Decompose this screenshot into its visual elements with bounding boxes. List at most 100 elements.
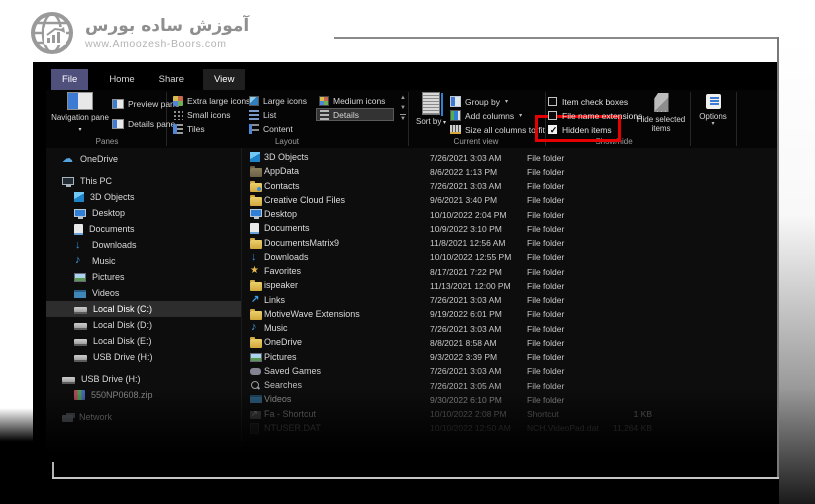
file-row[interactable]: AppData8/6/2022 1:13 PMFile folder bbox=[242, 165, 777, 179]
add-columns-label: Add columns bbox=[465, 111, 514, 121]
navigation-pane-button[interactable]: Navigation pane bbox=[48, 91, 112, 135]
game-icon bbox=[250, 368, 261, 375]
size-all-columns-button[interactable]: Size all columns to fit bbox=[450, 123, 545, 136]
add-columns-button[interactable]: Add columns bbox=[450, 109, 522, 122]
layout-small-icons[interactable]: Small icons bbox=[170, 108, 233, 121]
size-columns-icon bbox=[450, 125, 461, 134]
file-row[interactable]: Favorites8/17/2021 7:22 PMFile folder bbox=[242, 265, 777, 279]
globe-chart-logo-icon bbox=[28, 9, 76, 57]
frame-line-bottom bbox=[52, 477, 779, 479]
layout-content[interactable]: Content bbox=[246, 122, 296, 135]
frame-line-right bbox=[777, 37, 779, 479]
file-row[interactable]: OneDrive8/8/2021 8:58 AMFile folder bbox=[242, 336, 777, 350]
sidebar-item[interactable]: Local Disk (D:) bbox=[46, 317, 241, 333]
layout-extra-large-icons[interactable]: Extra large icons bbox=[170, 94, 253, 107]
sidebar-item[interactable]: Downloads bbox=[46, 237, 241, 253]
file-row[interactable]: NTUSER.DAT10/10/2022 12:50 AMNCH.VideoPa… bbox=[242, 422, 777, 436]
layout-details-selected[interactable]: Details bbox=[316, 108, 394, 121]
sidebar-item-label: Network bbox=[79, 412, 112, 422]
file-row[interactable]: 3D Objects7/26/2021 3:03 AMFile folder bbox=[242, 151, 777, 165]
file-date-modified: 7/26/2021 3:03 AM bbox=[430, 153, 501, 163]
file-type: File folder bbox=[527, 381, 564, 391]
sidebar-item[interactable]: OneDrive bbox=[46, 151, 241, 167]
sidebar-item[interactable]: Local Disk (E:) bbox=[46, 333, 241, 349]
file-row[interactable]: Desktop10/10/2022 2:04 PMFile folder bbox=[242, 208, 777, 222]
file-name: Documents bbox=[264, 223, 310, 233]
checkbox-unchecked-icon[interactable] bbox=[548, 111, 557, 120]
sidebar-item[interactable]: 3D Objects bbox=[46, 189, 241, 205]
file-type: File folder bbox=[527, 352, 564, 362]
file-date-modified: 7/26/2021 3:03 AM bbox=[430, 324, 501, 334]
file-type: File folder bbox=[527, 366, 564, 376]
sidebar-item[interactable]: Local Disk (C:) bbox=[46, 301, 241, 317]
sidebar-item[interactable]: Pictures bbox=[46, 269, 241, 285]
tab-share[interactable]: Share bbox=[148, 69, 195, 90]
file-row[interactable]: Saved Games7/26/2021 3:03 AMFile folder bbox=[242, 365, 777, 379]
layout-label: Extra large icons bbox=[187, 96, 250, 106]
site-logo: آموزش ساده بورس www.Amoozesh-Boors.com bbox=[28, 4, 334, 62]
file-row[interactable]: ispeaker11/13/2021 12:00 PMFile folder bbox=[242, 279, 777, 293]
sidebar-item-label: Local Disk (C:) bbox=[93, 304, 152, 314]
file-row[interactable]: Pictures 9/3/2022 3:39 PM File folder bbox=[242, 351, 777, 365]
folder-icon bbox=[250, 339, 262, 348]
layout-gallery-scroll[interactable]: ▲ ▼ ▼ bbox=[398, 94, 408, 123]
file-name: Pictures bbox=[264, 352, 297, 362]
group-by-button[interactable]: Group by bbox=[450, 95, 508, 108]
file-date-modified: 9/3/2022 3:39 PM bbox=[430, 352, 497, 362]
file-row[interactable]: Links7/26/2021 3:03 AMFile folder bbox=[242, 294, 777, 308]
star-icon bbox=[250, 266, 262, 277]
sidebar-item[interactable]: USB Drive (H:) bbox=[46, 349, 241, 365]
file-size: 1 KB bbox=[572, 409, 652, 419]
file-row[interactable]: Videos9/30/2022 6:10 PMFile folder bbox=[242, 393, 777, 407]
sidebar-item[interactable]: Music bbox=[46, 253, 241, 269]
file-name: Favorites bbox=[264, 266, 301, 276]
options-button[interactable]: Options ▾ bbox=[694, 91, 732, 137]
file-row[interactable]: DocumentsMatrix911/8/2021 12:56 AMFile f… bbox=[242, 237, 777, 251]
sidebar-item[interactable]: 550NP0608.zip bbox=[46, 387, 241, 403]
layout-large-icons[interactable]: Large icons bbox=[246, 94, 310, 107]
file-date-modified: 7/26/2021 3:03 AM bbox=[430, 295, 501, 305]
file-name-extensions-toggle[interactable]: File name extensions bbox=[548, 109, 642, 122]
layout-tiles[interactable]: Tiles bbox=[170, 122, 208, 135]
sidebar-item[interactable]: Documents bbox=[46, 221, 241, 237]
sidebar-item[interactable]: Desktop bbox=[46, 205, 241, 221]
video-icon bbox=[74, 290, 86, 298]
options-icon bbox=[706, 94, 721, 109]
file-row[interactable]: Music7/26/2021 3:03 AMFile folder bbox=[242, 322, 777, 336]
gallery-down-icon[interactable]: ▼ bbox=[400, 104, 406, 112]
tab-view[interactable]: View bbox=[203, 69, 245, 90]
file-row[interactable]: Downloads10/10/2022 12:55 PMFile folder bbox=[242, 251, 777, 265]
cube-icon bbox=[74, 192, 84, 202]
sidebar-item[interactable]: Videos bbox=[46, 285, 241, 301]
gallery-up-icon[interactable]: ▲ bbox=[400, 94, 406, 102]
details-pane-icon bbox=[112, 119, 124, 129]
item-check-boxes-toggle[interactable]: Item check boxes bbox=[548, 95, 628, 108]
tab-home[interactable]: Home bbox=[98, 69, 145, 90]
file-row[interactable]: MotiveWave Extensions9/19/2022 6:01 PMFi… bbox=[242, 308, 777, 322]
checkbox-checked-icon[interactable] bbox=[548, 125, 557, 134]
file-name: Searches bbox=[264, 380, 302, 390]
details-pane-button[interactable]: Details pane bbox=[112, 117, 175, 130]
layout-medium-icons[interactable]: Medium icons bbox=[316, 94, 388, 107]
layout-list[interactable]: List bbox=[246, 108, 279, 121]
file-row[interactable]: Documents10/9/2022 3:10 PMFile folder bbox=[242, 222, 777, 236]
file-row[interactable]: Contacts7/26/2021 3:03 AMFile folder bbox=[242, 180, 777, 194]
tab-file[interactable]: File bbox=[51, 69, 88, 90]
file-date-modified: 10/10/2022 12:55 PM bbox=[430, 252, 511, 262]
file-type: File folder bbox=[527, 153, 564, 163]
group-label-layout: Layout bbox=[275, 137, 299, 146]
options-caret-icon: ▾ bbox=[711, 121, 714, 127]
sidebar-item[interactable]: This PC bbox=[46, 173, 241, 189]
file-row[interactable]: Creative Cloud Files9/6/2021 3:40 PMFile… bbox=[242, 194, 777, 208]
checkbox-unchecked-icon[interactable] bbox=[548, 97, 557, 106]
file-row[interactable]: Fa - Shortcut10/10/2022 2:08 PMShortcut1… bbox=[242, 408, 777, 422]
sidebar-item[interactable]: Network bbox=[46, 409, 241, 425]
content-icon bbox=[249, 124, 259, 134]
sort-by-button[interactable]: Sort by bbox=[414, 91, 448, 135]
sidebar-item[interactable]: USB Drive (H:) bbox=[46, 371, 241, 387]
file-name: NTUSER.DAT bbox=[264, 423, 321, 433]
hidden-items-toggle[interactable]: Hidden items bbox=[548, 123, 612, 136]
gallery-more-icon[interactable]: ▼ bbox=[400, 114, 406, 123]
file-row[interactable]: Searches7/26/2021 3:05 AMFile folder bbox=[242, 379, 777, 393]
file-name: Fa - Shortcut bbox=[264, 409, 316, 419]
